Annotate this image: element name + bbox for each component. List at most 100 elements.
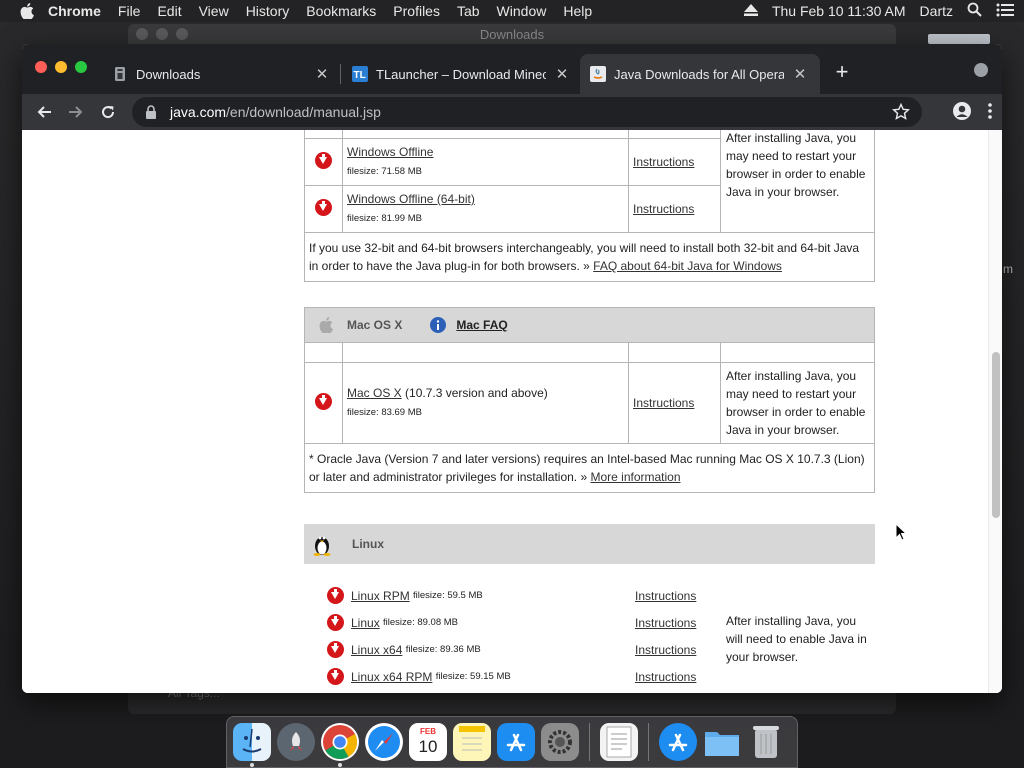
menu-profiles[interactable]: Profiles <box>393 3 440 19</box>
vertical-scrollbar[interactable] <box>988 130 1002 693</box>
download-icon[interactable] <box>315 392 332 410</box>
mouse-cursor-icon <box>895 523 907 541</box>
apple-icon[interactable] <box>18 2 36 20</box>
new-tab-button[interactable]: + <box>830 59 854 85</box>
download-icon[interactable] <box>327 641 344 658</box>
app-store-icon[interactable] <box>497 723 535 761</box>
bookmark-star-icon[interactable] <box>892 103 910 121</box>
textedit-icon[interactable] <box>600 723 638 761</box>
faq-64bit-link[interactable]: FAQ about 64-bit Java for Windows <box>593 259 782 273</box>
notification-center-icon[interactable] <box>996 3 1014 20</box>
zoom-window-button[interactable] <box>75 61 87 73</box>
linux-x64-link[interactable]: Linux x64 <box>351 643 402 657</box>
download-icon[interactable] <box>315 199 332 216</box>
instructions-link[interactable]: Instructions <box>635 589 696 603</box>
calendar-month: FEB <box>420 727 436 736</box>
tab-java-downloads[interactable]: Java Downloads for All Operati ✕ <box>580 54 820 94</box>
more-information-link[interactable]: More information <box>590 470 680 484</box>
menu-edit[interactable]: Edit <box>157 3 181 19</box>
linux-rpm-link[interactable]: Linux RPM <box>351 589 410 603</box>
chrome-icon[interactable] <box>321 723 359 767</box>
instructions-link[interactable]: Instructions <box>633 155 694 169</box>
reload-icon <box>102 106 115 119</box>
menu-history[interactable]: History <box>246 3 290 19</box>
windows-install-note: After installing Java, you may need to r… <box>720 130 875 233</box>
tab-tlauncher[interactable]: TL TLauncher – Download Minecra ✕ <box>342 54 580 94</box>
download-icon[interactable] <box>327 668 344 685</box>
tux-penguin-icon <box>313 536 331 556</box>
download-icon[interactable] <box>327 587 344 604</box>
trash-icon[interactable] <box>747 723 785 761</box>
dock: FEB 10 <box>226 716 798 768</box>
spotlight-search-icon[interactable] <box>967 2 982 20</box>
tab-downloads[interactable]: Downloads ✕ <box>102 54 340 94</box>
page-content: After installing Java, you may need to r… <box>22 130 1002 693</box>
mac-download-section: Mac OS X (10.7.3 version and above) file… <box>304 343 875 493</box>
menubar-user[interactable]: Dartz <box>920 3 953 19</box>
apple-logo-icon <box>319 317 333 333</box>
close-tab-icon[interactable]: ✕ <box>792 65 808 83</box>
menu-file[interactable]: File <box>118 3 141 19</box>
menu-help[interactable]: Help <box>563 3 592 19</box>
launchpad-icon[interactable] <box>277 723 315 761</box>
close-tab-icon[interactable]: ✕ <box>314 65 330 83</box>
forward-arrow-icon <box>69 106 83 118</box>
svg-text:TL: TL <box>354 70 366 81</box>
instructions-link[interactable]: Instructions <box>635 616 696 630</box>
download-icon[interactable] <box>315 152 332 169</box>
instructions-link[interactable]: Instructions <box>633 202 694 216</box>
lock-icon[interactable] <box>144 105 158 119</box>
tlauncher-icon: TL <box>352 66 368 82</box>
info-icon <box>430 317 447 333</box>
finder-icon[interactable] <box>233 723 271 767</box>
url-host: java.com <box>170 104 227 120</box>
menu-window[interactable]: Window <box>497 3 547 19</box>
windows-offline-64bit-link[interactable]: Windows Offline (64-bit) <box>347 192 475 206</box>
tab-title: TLauncher – Download Minecra <box>376 66 546 82</box>
eject-icon[interactable] <box>743 3 758 19</box>
linux-link[interactable]: Linux <box>351 616 380 630</box>
notes-icon[interactable] <box>453 723 491 761</box>
windows-offline-link[interactable]: Windows Offline <box>347 145 433 159</box>
profile-icon[interactable] <box>952 101 972 121</box>
close-tab-icon[interactable]: ✕ <box>554 65 570 83</box>
menu-bookmarks[interactable]: Bookmarks <box>306 3 376 19</box>
filesize-text: filesize: 81.99 MB <box>347 213 422 224</box>
mac-os-x-link[interactable]: Mac OS X <box>347 386 402 400</box>
instructions-link[interactable]: Instructions <box>635 643 696 657</box>
address-bar[interactable]: java.com/en/download/manual.jsp <box>132 97 922 127</box>
back-arrow-icon <box>37 106 51 118</box>
system-preferences-icon[interactable] <box>541 723 579 761</box>
menu-app-chrome[interactable]: Chrome <box>48 3 101 19</box>
more-menu-icon[interactable] <box>988 103 992 119</box>
linux-x64-rpm-link[interactable]: Linux x64 RPM <box>351 670 432 684</box>
reload-button[interactable] <box>92 98 124 126</box>
filesize-text: filesize: 59.5 MB <box>413 590 483 601</box>
close-window-button[interactable] <box>35 61 47 73</box>
download-icon[interactable] <box>327 614 344 631</box>
forward-button[interactable] <box>60 98 92 126</box>
filesize-text: filesize: 89.36 MB <box>405 644 481 655</box>
calendar-icon[interactable]: FEB 10 <box>409 723 447 761</box>
app-store-folder-icon[interactable] <box>659 723 697 761</box>
mac-download-table: Mac OS X (10.7.3 version and above) file… <box>304 343 875 493</box>
instructions-link[interactable]: Instructions <box>633 396 694 410</box>
tab-search-icon[interactable] <box>974 63 988 77</box>
back-button[interactable] <box>28 98 60 126</box>
mac-footer-text: * Oracle Java (Version 7 and later versi… <box>309 451 865 484</box>
list-item: Linux x64 RPM filesize: 59.15 MB Instruc… <box>327 663 887 690</box>
scrollbar-thumb[interactable] <box>992 352 1000 518</box>
list-item: Linux RPM filesize: 59.5 MB Instructions <box>327 582 887 609</box>
mac-section-title: Mac OS X <box>347 318 403 332</box>
mac-faq-link[interactable]: Mac FAQ <box>456 318 507 332</box>
downloads-folder-icon[interactable] <box>703 723 741 761</box>
minimize-window-button[interactable] <box>55 61 67 73</box>
instructions-link[interactable]: Instructions <box>635 670 696 684</box>
safari-icon[interactable] <box>365 723 403 761</box>
background-window-title: Downloads <box>479 26 545 42</box>
menu-view[interactable]: View <box>199 3 229 19</box>
menubar-clock[interactable]: Thu Feb 10 11:30 AM <box>772 3 906 19</box>
linux-section-title: Linux <box>352 537 384 551</box>
windows-download-section: After installing Java, you may need to r… <box>304 130 875 282</box>
menu-tab[interactable]: Tab <box>457 3 480 19</box>
